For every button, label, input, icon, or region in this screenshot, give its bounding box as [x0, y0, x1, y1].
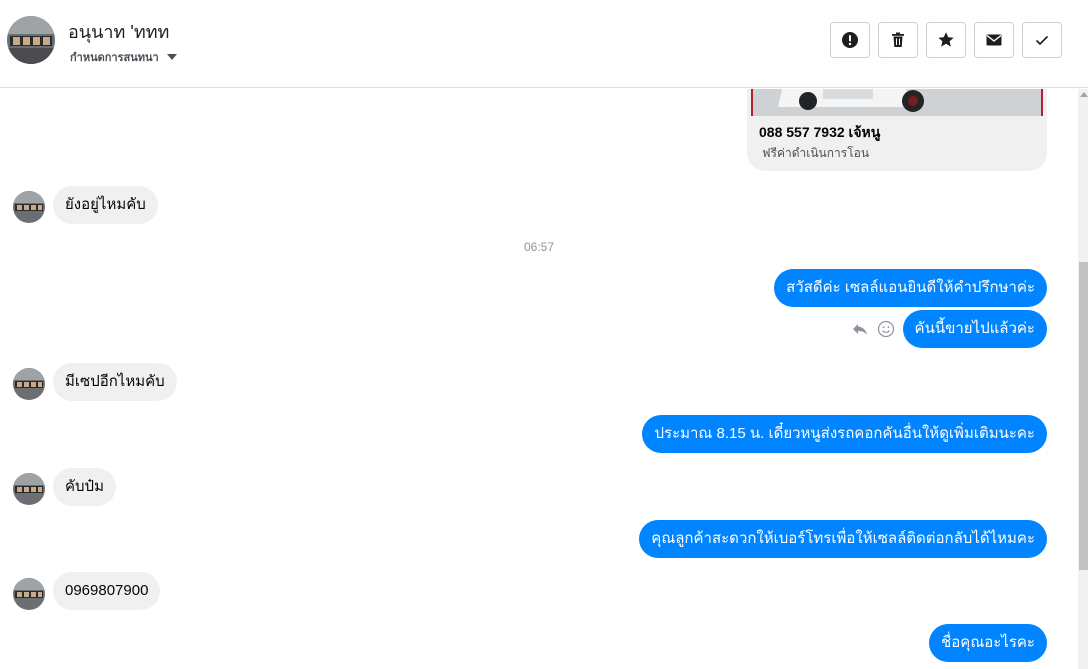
sender-avatar[interactable] [13, 368, 45, 400]
incoming-message[interactable]: ยังอยู่ไหมคับ [53, 186, 158, 224]
reply-icon[interactable] [851, 320, 869, 338]
emoji-reaction-icon[interactable] [877, 320, 895, 338]
thread-scrollbar-thumb[interactable] [1079, 262, 1088, 570]
incoming-message[interactable]: คับป๋ม [53, 468, 116, 506]
envelope-icon [986, 34, 1002, 46]
outgoing-message[interactable]: สวัสดีค่ะ เซลล์แอนยินดีให้คำปรึกษาค่ะ [774, 269, 1047, 307]
chevron-down-icon [166, 54, 177, 60]
message-hover-actions [851, 320, 895, 338]
mark-done-button[interactable] [1022, 22, 1062, 58]
trash-icon [892, 32, 904, 47]
shared-listing-card[interactable]: 088 557 7932 เจ้หนู ฟรีค่าดำเนินการโอน [747, 89, 1047, 171]
scroll-up-arrow-icon[interactable] [1080, 92, 1088, 97]
listing-title: 088 557 7932 เจ้หนู [759, 124, 881, 140]
message-timestamp: 06:57 [523, 240, 555, 254]
outgoing-message[interactable]: ชื่อคุณอะไรคะ [929, 624, 1047, 662]
incoming-message[interactable]: มีเซปอีกไหมคับ [53, 363, 177, 401]
sender-avatar[interactable] [13, 191, 45, 223]
conversation-status-label: กำหนดการสนทนา [70, 52, 159, 64]
mark-unread-button[interactable] [974, 22, 1014, 58]
listing-subtitle: ฟรีค่าดำเนินการโอน [762, 146, 870, 160]
report-button[interactable] [830, 22, 870, 58]
check-icon [1035, 35, 1049, 46]
delete-button[interactable] [878, 22, 918, 58]
conversation-header: อนุนาท 'ททท กำหนดการสนทนา [0, 0, 1088, 88]
contact-name: อนุนาท 'ททท [68, 22, 170, 42]
conversation-toolbar [830, 22, 1062, 58]
message-thread[interactable]: 088 557 7932 เจ้หนู ฟรีค่าดำเนินการโอน ย… [0, 89, 1078, 669]
incoming-message[interactable]: 0969807900 [53, 572, 161, 610]
sender-avatar[interactable] [13, 473, 45, 505]
star-button[interactable] [926, 22, 966, 58]
alert-icon [842, 32, 858, 48]
outgoing-message[interactable]: คันนี้ขายไปแล้วค่ะ [902, 310, 1047, 348]
conversation-status-dropdown[interactable]: กำหนดการสนทนา [70, 48, 177, 66]
star-icon [938, 32, 954, 47]
contact-avatar[interactable] [7, 16, 55, 64]
outgoing-message[interactable]: ประมาณ 8.15 น. เดี๋ยวหนูส่งรถคอกคันอื่นใ… [642, 415, 1047, 453]
listing-image [751, 89, 1043, 116]
sender-avatar[interactable] [13, 578, 45, 610]
outgoing-message[interactable]: คุณลูกค้าสะดวกให้เบอร์โทรเพื่อให้เซลล์ติ… [639, 520, 1047, 558]
